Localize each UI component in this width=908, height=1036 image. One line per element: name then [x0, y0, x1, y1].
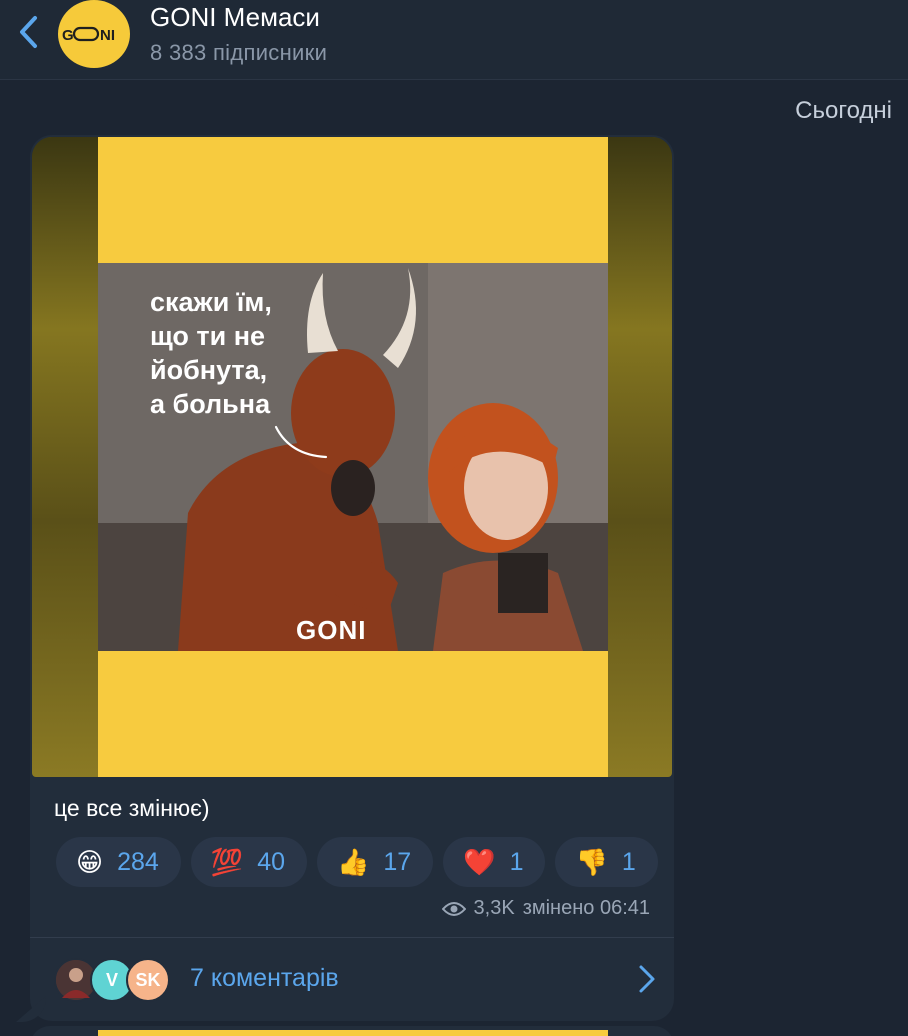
reaction-count: 284 [117, 847, 159, 876]
next-message-media [98, 1030, 608, 1036]
edited-time: змінено 06:41 [522, 897, 650, 919]
message-caption: це все змінює) [54, 795, 210, 821]
goni-logo-icon: G NI [62, 26, 115, 44]
chevron-left-icon [20, 16, 37, 48]
eye-icon [441, 901, 466, 916]
reaction-thumbs-down[interactable]: 👎 1 [555, 837, 658, 887]
meme-watermark: GONI [296, 615, 367, 645]
reaction-thumbs-up[interactable]: 👍 17 [317, 837, 434, 887]
speech-tail-icon [274, 425, 328, 459]
reactions-bar: 😁 284 💯 40 👍 17 ❤️ 1 👎 1 [56, 837, 658, 887]
reaction-count: 1 [509, 847, 524, 876]
red-heart-icon: ❤️ [463, 847, 496, 877]
reaction-count: 17 [383, 847, 412, 876]
view-count: 3,3K [473, 897, 515, 919]
thumbs-down-icon: 👎 [575, 847, 608, 877]
svg-text:G: G [62, 27, 74, 44]
commenter-avatars: V SK [54, 958, 184, 1002]
message-media[interactable]: скажи їм, що ти не йобнута, а больна GON… [32, 137, 672, 777]
media-blur-left [32, 137, 98, 777]
reaction-grinning[interactable]: 😁 284 [56, 837, 181, 887]
avatar-initials: V [105, 969, 118, 990]
reaction-count: 40 [257, 847, 286, 876]
channel-avatar[interactable]: G NI [58, 0, 130, 68]
avatar-initials: SK [135, 969, 161, 990]
reaction-count: 1 [621, 847, 636, 876]
reaction-hundred[interactable]: 💯 40 [190, 837, 308, 887]
comments-button[interactable]: V SK 7 коментарів [30, 938, 674, 1021]
chat-header: G NI GONI Мемаси 8 383 підписники [0, 0, 908, 80]
comments-count-label: 7 коментарів [190, 964, 339, 992]
meme-photo: скажи їм, що ти не йобнута, а больна GON… [98, 263, 608, 651]
meme-caption-text: скажи їм, що ти не йобнута, а больна [150, 287, 272, 419]
thumbs-up-icon: 👍 [337, 847, 370, 877]
message-meta: 3,3K змінено 06:41 [441, 897, 650, 920]
channel-title[interactable]: GONI Мемаси [150, 2, 320, 33]
grinning-face-icon: 😁 [76, 847, 104, 877]
meme-poster: скажи їм, що ти не йобнута, а больна GON… [98, 137, 608, 777]
back-button[interactable] [14, 14, 42, 50]
date-separator: Сьогодні [795, 97, 892, 124]
svg-text:NI: NI [100, 27, 115, 44]
reaction-heart[interactable]: ❤️ 1 [443, 837, 546, 887]
message-bubble: скажи їм, що ти не йобнута, а больна GON… [30, 135, 674, 1021]
subscriber-count: 8 383 підписники [150, 40, 328, 65]
hundred-points-icon: 💯 [210, 847, 244, 877]
media-blur-right [606, 137, 672, 777]
next-message-bubble [30, 1026, 674, 1036]
avatar: SK [126, 958, 170, 1002]
chevron-right-icon [639, 965, 655, 993]
